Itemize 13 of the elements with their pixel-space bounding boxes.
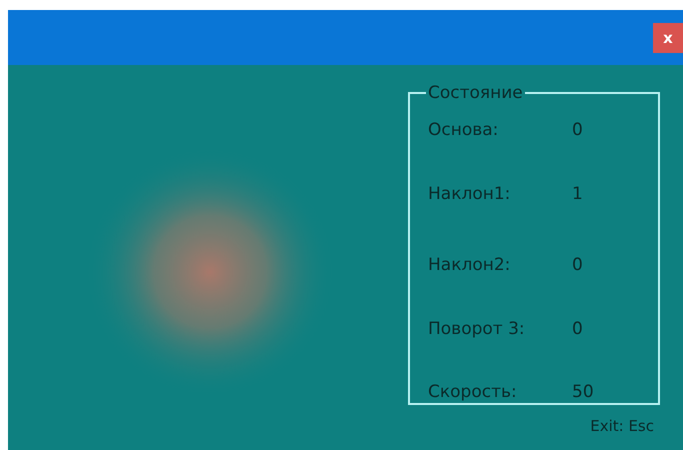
field-label: Наклон2: [428,254,512,277]
field-label: Скорость: [428,381,518,404]
field-value: 1 [572,182,584,206]
field-label: Основа: [428,119,500,142]
close-button[interactable]: x [653,22,683,52]
field-value: 0 [572,119,584,142]
field-value: 50 [572,381,595,404]
field-value: 0 [572,318,584,340]
field-value: 0 [572,254,584,277]
field-label: Наклон1: [428,182,512,206]
group-title: Состояние [427,82,524,104]
field-label: Поворот 3: [428,318,526,340]
exit-hint: Exit: Esc [590,416,654,437]
